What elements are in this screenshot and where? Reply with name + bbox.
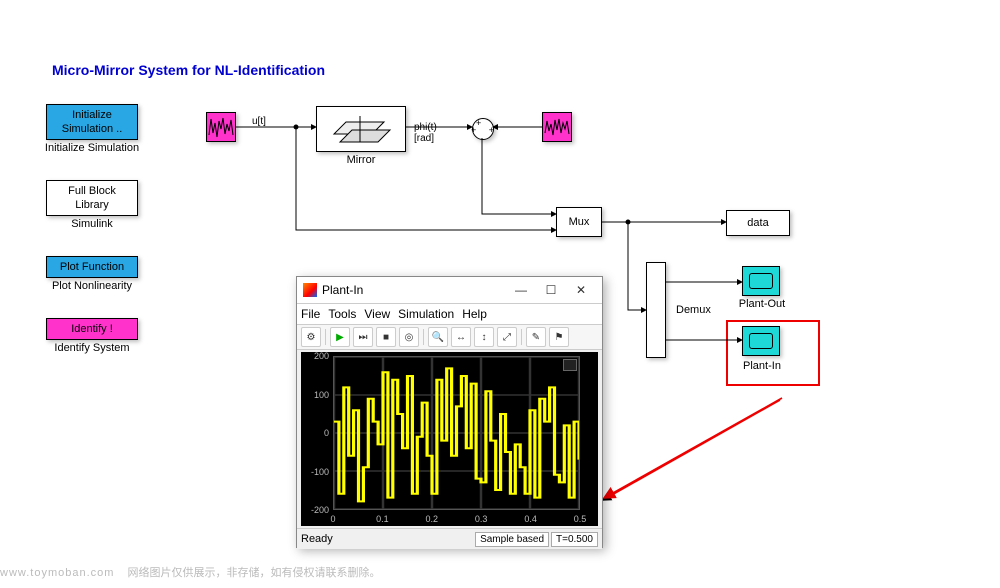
signal-u: u[t] — [252, 116, 266, 127]
block-initialize[interactable]: Initialize Simulation .. — [46, 104, 138, 140]
block-library[interactable]: Full Block Library — [46, 180, 138, 216]
caption-plotfcn: Plot Nonlinearity — [40, 280, 144, 292]
menu-simulation[interactable]: Simulation — [398, 307, 454, 321]
toolbar-highlight-icon[interactable]: ◎ — [399, 327, 419, 347]
scope-toolbar[interactable]: ⚙ ▶ ⏭ ■ ◎ 🔍 ↔ ↕ ⤢ ✎ ⚑ — [297, 325, 602, 350]
scope-titlebar[interactable]: Plant-In — ☐ ✕ — [297, 277, 602, 304]
block-demux[interactable] — [646, 262, 666, 358]
menu-tools[interactable]: Tools — [328, 307, 356, 321]
watermark: www.toymoban.com — [0, 567, 114, 579]
footer-note: 网络图片仅供展示，非存储，如有侵权请联系删除。 — [128, 567, 381, 579]
caption-plantin: Plant-In — [726, 360, 798, 372]
scope-statusbar: Ready Sample based T=0.500 — [297, 528, 602, 549]
toolbar-run-icon[interactable]: ▶ — [330, 327, 350, 347]
scope-plot: -200-100010020000.10.20.30.40.5 — [301, 352, 598, 526]
block-noise[interactable] — [542, 112, 572, 142]
block-mirror[interactable] — [316, 106, 406, 152]
plot-svg — [334, 357, 579, 509]
caption-initialize: Initialize Simulation — [40, 142, 144, 154]
caption-mirror: Mirror — [316, 154, 406, 166]
toolbar-settings-icon[interactable]: ⚙ — [301, 327, 321, 347]
waveform-icon — [208, 115, 234, 139]
toolbar-measure-icon[interactable]: ✎ — [526, 327, 546, 347]
status-mode: Sample based — [475, 532, 549, 547]
caption-library: Simulink — [40, 218, 144, 230]
waveform-icon — [544, 115, 570, 139]
block-plotfcn[interactable]: Plot Function — [46, 256, 138, 278]
plot-axes — [333, 356, 580, 510]
toolbar-zoomx-icon[interactable]: ↔ — [451, 327, 471, 347]
menu-file[interactable]: File — [301, 307, 320, 321]
caption-demux: Demux — [676, 304, 711, 316]
block-identify[interactable]: Identify ! — [46, 318, 138, 340]
status-time: T=0.500 — [551, 532, 598, 547]
mirror-icon — [326, 112, 396, 146]
block-plantout-scope[interactable] — [742, 266, 780, 296]
close-button[interactable]: ✕ — [566, 280, 596, 300]
status-ready: Ready — [301, 533, 473, 545]
toolbar-step-icon[interactable]: ⏭ — [353, 327, 373, 347]
footer: www.toymoban.com 网络图片仅供展示，非存储，如有侵权请联系删除。 — [0, 564, 381, 580]
matlab-icon — [303, 283, 317, 297]
toolbar-triggers-icon[interactable]: ⚑ — [549, 327, 569, 347]
block-data[interactable]: data — [726, 210, 790, 236]
scope-window[interactable]: Plant-In — ☐ ✕ File Tools View Simulatio… — [296, 276, 603, 548]
plot-legend-icon[interactable] — [563, 359, 577, 371]
minimize-button[interactable]: — — [506, 280, 536, 300]
menu-help[interactable]: Help — [462, 307, 487, 321]
scope-menubar[interactable]: File Tools View Simulation Help — [297, 304, 602, 325]
toolbar-stop-icon[interactable]: ■ — [376, 327, 396, 347]
page-title: Micro-Mirror System for NL-Identificatio… — [52, 62, 325, 78]
signal-phi: phi(t) [rad] — [414, 122, 437, 144]
scope-title: Plant-In — [322, 283, 506, 297]
block-mux[interactable]: Mux — [556, 207, 602, 237]
toolbar-autoscale-icon[interactable]: ⤢ — [497, 327, 517, 347]
toolbar-zoomin-icon[interactable]: 🔍 — [428, 327, 448, 347]
caption-identify: Identify System — [40, 342, 144, 354]
menu-view[interactable]: View — [364, 307, 390, 321]
toolbar-zoomy-icon[interactable]: ↕ — [474, 327, 494, 347]
maximize-button[interactable]: ☐ — [536, 280, 566, 300]
block-random-source[interactable] — [206, 112, 236, 142]
caption-plantout: Plant-Out — [726, 298, 798, 310]
block-plantin-scope[interactable] — [742, 326, 780, 356]
block-sum[interactable]: + + + — [472, 118, 494, 140]
